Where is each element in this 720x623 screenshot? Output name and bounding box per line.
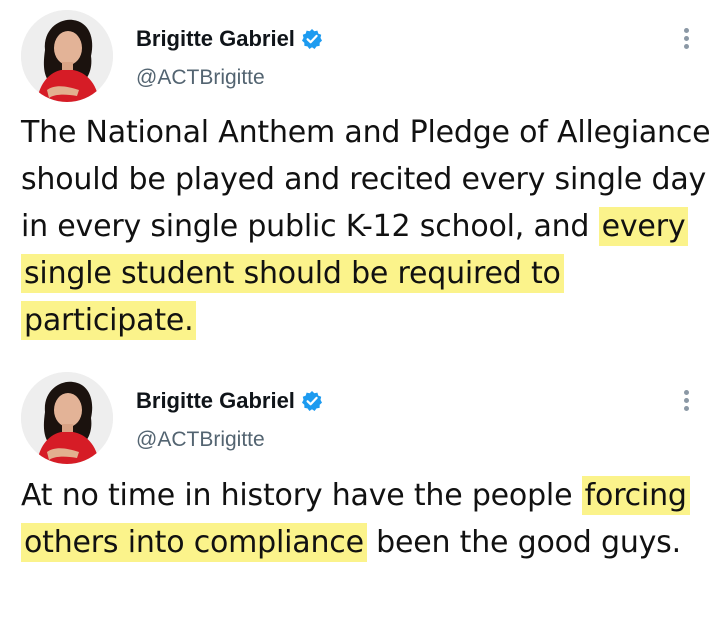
tweet-text-plain-after: been the good guys.: [366, 525, 681, 560]
avatar[interactable]: [21, 372, 113, 464]
tweet-card[interactable]: Brigitte Gabriel @ACTBrigitte The Nation…: [0, 0, 720, 360]
avatar[interactable]: [21, 10, 113, 102]
author-name-row: Brigitte Gabriel: [136, 388, 323, 414]
more-options-icon[interactable]: [682, 28, 690, 54]
author-name-row: Brigitte Gabriel: [136, 26, 323, 52]
author-handle[interactable]: @ACTBrigitte: [136, 65, 265, 91]
verified-badge-icon: [301, 28, 323, 50]
tweet-card[interactable]: Brigitte Gabriel @ACTBrigitte At no time…: [0, 362, 720, 623]
tweet-text-plain: At no time in history have the people: [21, 478, 582, 513]
author-handle[interactable]: @ACTBrigitte: [136, 427, 265, 453]
display-name[interactable]: Brigitte Gabriel: [136, 388, 295, 414]
display-name[interactable]: Brigitte Gabriel: [136, 26, 295, 52]
tweet-text: At no time in history have the people fo…: [21, 472, 711, 566]
verified-badge-icon: [301, 390, 323, 412]
tweet-text: The National Anthem and Pledge of Allegi…: [21, 109, 711, 344]
more-options-icon[interactable]: [682, 390, 690, 416]
